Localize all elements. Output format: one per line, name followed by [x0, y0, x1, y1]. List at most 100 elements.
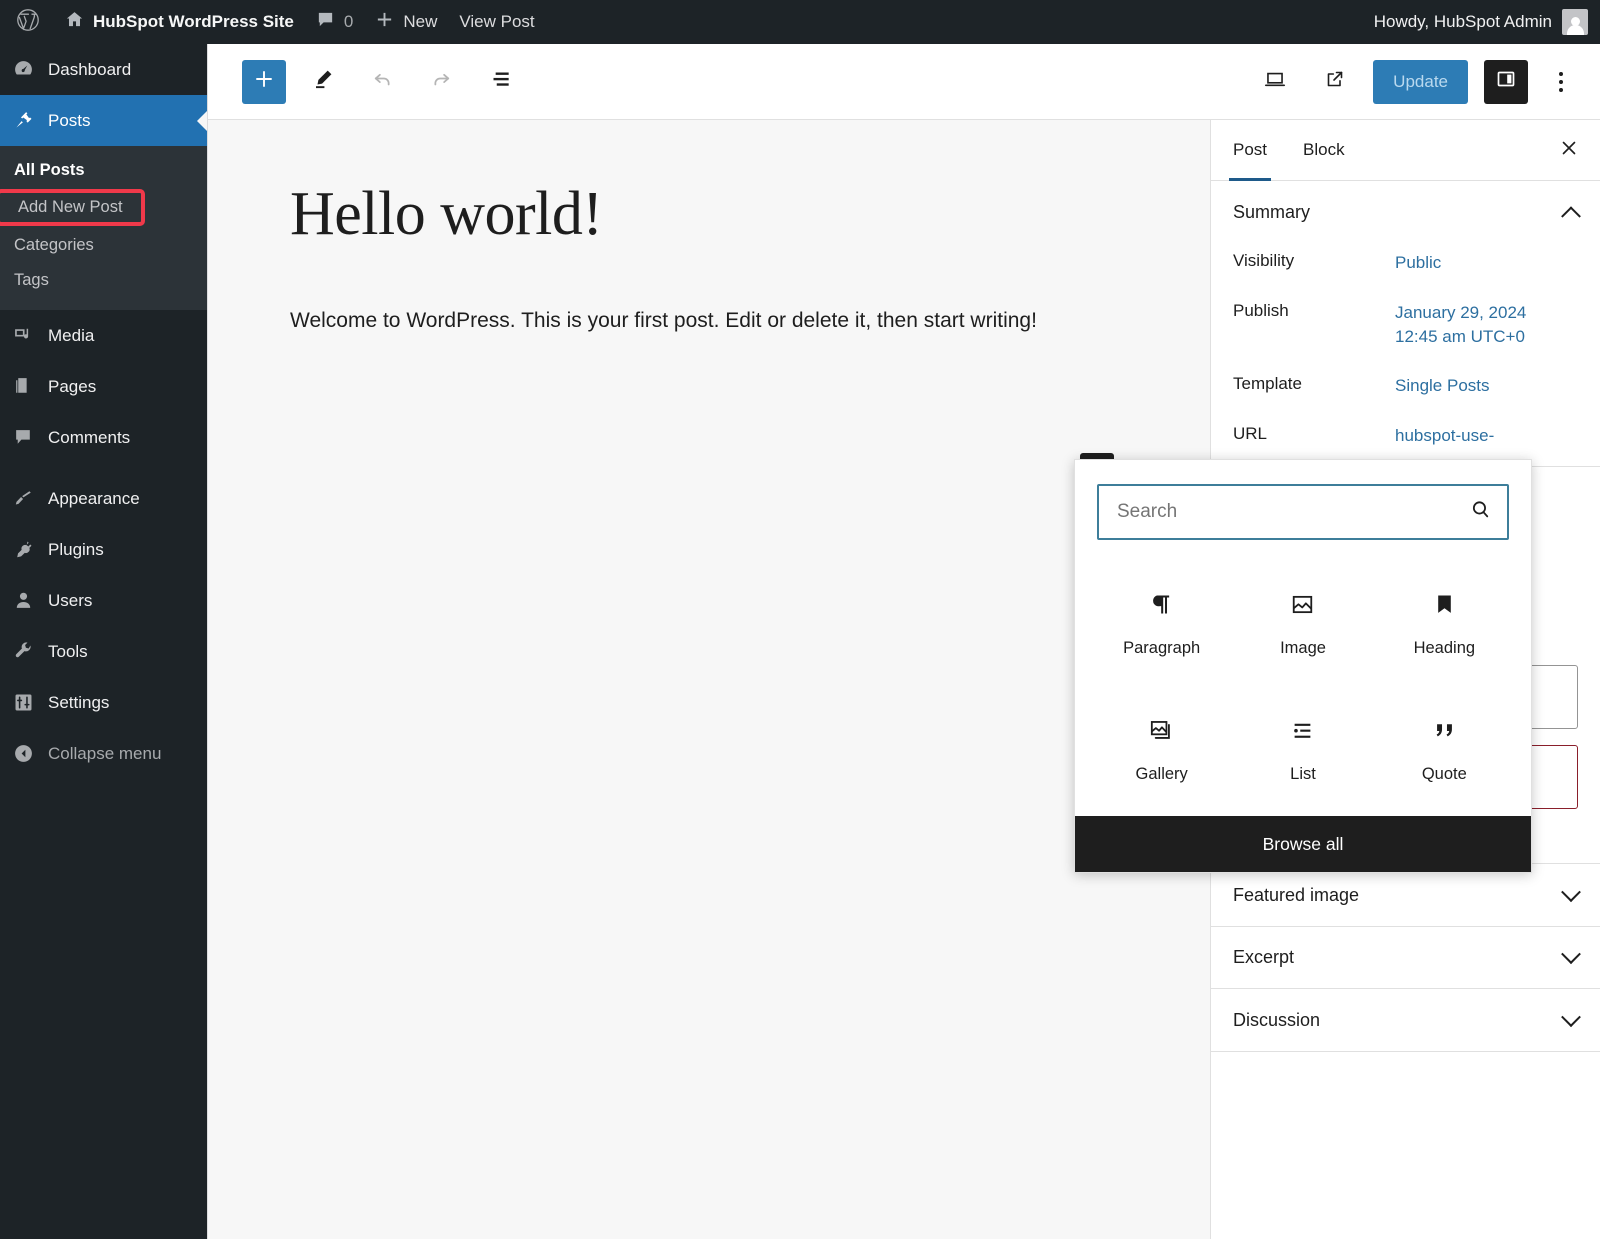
tab-post[interactable]: Post: [1215, 120, 1285, 180]
inserter-search-wrap: [1075, 460, 1531, 550]
sidebar-item-posts[interactable]: Posts: [0, 95, 207, 146]
menu-divider: [0, 463, 207, 473]
sidebar-item-dashboard[interactable]: Dashboard: [0, 44, 207, 95]
sidebar-item-users[interactable]: Users: [0, 575, 207, 626]
sidebar-item-collapse-menu[interactable]: Collapse menu: [0, 728, 207, 779]
plus-icon: [252, 67, 276, 96]
excerpt-section: Excerpt: [1211, 926, 1600, 989]
chevron-up-icon: [1561, 206, 1581, 226]
block-item-quote[interactable]: Quote: [1374, 690, 1515, 810]
media-icon: [12, 325, 34, 347]
redo-arrow-icon: [429, 67, 454, 97]
sidebar-item-settings[interactable]: Settings: [0, 677, 207, 728]
publish-date-button[interactable]: January 29, 2024 12:45 am UTC+0: [1395, 301, 1545, 349]
new-content-menu[interactable]: New: [364, 0, 448, 44]
summary-header[interactable]: Summary: [1233, 181, 1578, 243]
post-title[interactable]: Hello world!: [290, 180, 1111, 248]
block-item-list[interactable]: List: [1232, 690, 1373, 810]
view-post-link[interactable]: View Post: [448, 0, 545, 44]
submenu-label: All Posts: [14, 161, 85, 179]
site-name-menu[interactable]: HubSpot WordPress Site: [54, 0, 305, 44]
sidebar-item-appearance[interactable]: Appearance: [0, 473, 207, 524]
submenu-item-tags[interactable]: Tags: [0, 263, 207, 298]
view-post-label: View Post: [459, 12, 534, 32]
pin-icon: [12, 110, 34, 132]
list-icon: [1289, 717, 1316, 749]
visibility-value-button[interactable]: Public: [1395, 251, 1441, 275]
search-input[interactable]: [1117, 501, 1468, 523]
submenu-item-all-posts[interactable]: All Posts: [0, 153, 207, 188]
sidebar-item-label: Dashboard: [48, 60, 131, 80]
sidebar-item-label: Comments: [48, 428, 130, 448]
comment-bubble-icon: [316, 10, 335, 34]
editor-options-button[interactable]: [1544, 60, 1578, 104]
close-settings-button[interactable]: [1538, 120, 1600, 180]
avatar: [1562, 9, 1588, 35]
block-label: Paragraph: [1123, 639, 1200, 658]
sidebar-item-comments[interactable]: Comments: [0, 412, 207, 463]
wordpress-logo-icon: [16, 8, 40, 37]
quote-icon: [1431, 717, 1458, 749]
block-label: List: [1290, 765, 1316, 784]
new-label: New: [403, 12, 437, 32]
search-field[interactable]: [1097, 484, 1509, 540]
editor-toolbar: Update: [208, 44, 1600, 120]
add-block-button[interactable]: [242, 60, 286, 104]
home-icon: [65, 10, 84, 34]
submenu-item-add-new-post[interactable]: Add New Post: [0, 189, 145, 226]
sidebar-item-label: Users: [48, 591, 92, 611]
block-type-grid: Paragraph Image Heading Gallery: [1075, 550, 1531, 816]
post-canvas: Hello world! Welcome to WordPress. This …: [208, 120, 1193, 1239]
sidebar-item-plugins[interactable]: Plugins: [0, 524, 207, 575]
sidebar-item-label: Collapse menu: [48, 744, 161, 764]
sidebar-item-tools[interactable]: Tools: [0, 626, 207, 677]
discussion-header[interactable]: Discussion: [1233, 989, 1578, 1051]
plus-icon: [375, 10, 394, 34]
template-value-button[interactable]: Single Posts: [1395, 374, 1490, 398]
sidebar-item-media[interactable]: Media: [0, 310, 207, 361]
featured-image-header[interactable]: Featured image: [1233, 864, 1578, 926]
sidebar-panel-icon: [1494, 67, 1518, 96]
post-paragraph-block[interactable]: Welcome to WordPress. This is your first…: [290, 304, 1080, 338]
list-view-icon: [487, 66, 513, 97]
undo-button[interactable]: [360, 60, 404, 104]
row-label: Template: [1233, 374, 1395, 398]
block-label: Heading: [1414, 639, 1475, 658]
block-inserter-popover: Paragraph Image Heading Gallery: [1074, 459, 1532, 873]
block-item-gallery[interactable]: Gallery: [1091, 690, 1232, 810]
section-label: Discussion: [1233, 1010, 1320, 1031]
comments-menu[interactable]: 0: [305, 0, 364, 44]
browse-all-button[interactable]: Browse all: [1075, 816, 1531, 872]
comments-icon: [12, 427, 34, 449]
sidebar-item-pages[interactable]: Pages: [0, 361, 207, 412]
tab-block[interactable]: Block: [1285, 120, 1363, 180]
pencil-icon: [311, 67, 335, 96]
sidebar-item-label: Plugins: [48, 540, 104, 560]
preview-button[interactable]: [1253, 60, 1297, 104]
document-overview-button[interactable]: [478, 60, 522, 104]
wordpress-logo-menu[interactable]: [0, 0, 54, 44]
summary-row-visibility: Visibility Public: [1233, 243, 1578, 293]
discussion-section: Discussion: [1211, 989, 1600, 1052]
excerpt-header[interactable]: Excerpt: [1233, 926, 1578, 988]
view-post-external-button[interactable]: [1313, 60, 1357, 104]
admin-bar-account[interactable]: Howdy, HubSpot Admin: [1374, 0, 1600, 44]
sidebar-item-label: Pages: [48, 377, 96, 397]
block-item-image[interactable]: Image: [1232, 564, 1373, 684]
desktop-preview-icon: [1262, 66, 1288, 97]
bookmark-heading-icon: [1431, 591, 1458, 623]
block-item-paragraph[interactable]: Paragraph: [1091, 564, 1232, 684]
pilcrow-icon: [1148, 591, 1175, 623]
update-button[interactable]: Update: [1373, 60, 1468, 104]
tools-pencil-button[interactable]: [301, 60, 345, 104]
url-value-button[interactable]: hubspot-use-: [1395, 424, 1494, 448]
block-item-heading[interactable]: Heading: [1374, 564, 1515, 684]
section-label: Excerpt: [1233, 947, 1294, 968]
howdy-label: Howdy, HubSpot Admin: [1374, 12, 1552, 32]
submenu-item-categories[interactable]: Categories: [0, 228, 207, 263]
redo-button[interactable]: [419, 60, 463, 104]
settings-sidebar-toggle[interactable]: [1484, 60, 1528, 104]
settings-tabs: Post Block: [1211, 120, 1600, 181]
paintbrush-icon: [12, 488, 34, 510]
summary-row-publish: Publish January 29, 2024 12:45 am UTC+0: [1233, 293, 1578, 367]
